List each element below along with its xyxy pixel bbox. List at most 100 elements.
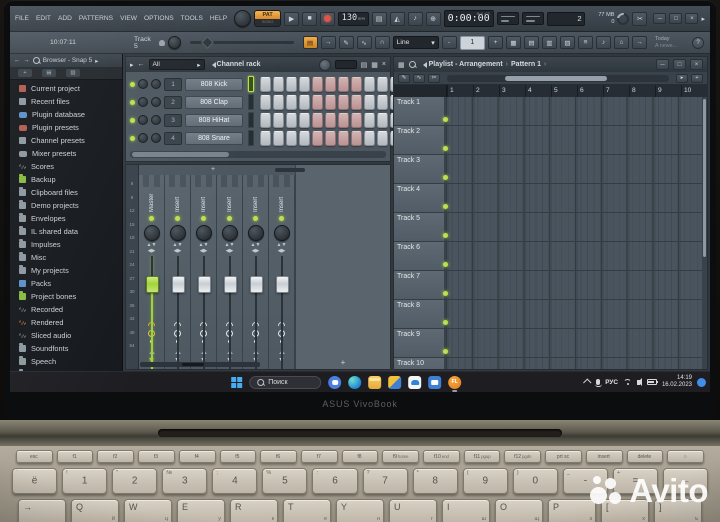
slider-thumb[interactable] [201,36,214,49]
battery-icon[interactable] [646,379,658,385]
track-header[interactable]: Track 6 [394,242,448,270]
mixer-pan-knob[interactable] [273,225,290,241]
browser-item[interactable]: Demo projects [10,199,122,212]
mixer-fader[interactable] [139,256,164,369]
channel-name-button[interactable]: 808 Kick [185,77,243,91]
selector-plus-button[interactable]: + [488,36,503,49]
track-grid[interactable] [446,271,702,299]
browser-tab-plugins[interactable]: ▨ [66,69,80,77]
fader-handle[interactable] [172,276,185,293]
open-piano-roll-button[interactable]: ▤ [524,36,539,49]
browser-item[interactable]: Packs [10,277,122,290]
mixer-scrollbar[interactable] [140,362,260,367]
open-playlist-button[interactable]: ▦ [506,36,521,49]
track-led[interactable] [443,291,448,296]
mixer-zoom-slider[interactable] [275,167,306,172]
pitch-knob[interactable] [167,36,181,49]
track-grid[interactable] [446,126,702,154]
window-maximize-button[interactable]: □ [669,13,683,24]
metronome-button[interactable]: ◭ [389,11,405,26]
stop-button[interactable]: ■ [302,11,318,26]
channel-filter-dropdown[interactable]: All ▸ [148,59,205,70]
track-header[interactable]: Track 10 [394,358,446,369]
browser-caret-icon[interactable]: ▸ [95,57,98,65]
swing-value-box[interactable] [334,60,357,69]
playlist-zoom-button[interactable]: ▸ [676,73,688,83]
paint-tool-button[interactable]: ∿ [356,36,372,49]
track-header[interactable]: Track 3 [394,155,448,183]
mixer-strip-led[interactable] [201,216,206,221]
mixer-pan-knob[interactable] [143,225,160,241]
swing-knob[interactable] [318,58,331,71]
language-indicator[interactable]: РУС [605,379,618,386]
browser-tab-add[interactable]: + [18,69,32,77]
mixer-fader[interactable] [165,256,190,369]
window-minimize-button[interactable]: ─ [653,13,667,24]
browser-item[interactable]: Envelopes [10,212,122,225]
mixer-strip-led[interactable] [149,216,154,221]
mixer-add-icon[interactable]: + [211,166,215,173]
track-header[interactable]: Track 4 [394,184,448,212]
mixer-strip-led[interactable] [175,216,180,221]
mixer-strip[interactable]: Insert ▲▼ ◀▶ [269,175,295,369]
playlist-timeline[interactable]: 1 2 3 4 5 6 7 8 9 10 [394,85,707,97]
playlist-slice-button[interactable]: ✂ [428,73,440,83]
chat-icon[interactable] [328,375,342,389]
track-led[interactable] [443,349,448,354]
browser-item[interactable]: Misc [10,251,122,264]
fader-handle[interactable] [224,276,237,293]
playlist-title[interactable]: Playlist - Arrangement › Pattern 1 › [429,61,547,68]
browser-item[interactable]: Scores [10,160,122,173]
channel-pan-knob[interactable] [138,115,148,125]
channel-volume-knob[interactable] [151,115,161,125]
help-button[interactable]: ? [692,36,704,49]
menu-item[interactable]: VIEW [120,15,137,22]
track-grid[interactable] [446,329,702,357]
browser-item[interactable]: Recorded [10,303,122,316]
track-grid[interactable] [446,213,702,241]
browser-item[interactable]: Mixer presets [10,147,122,160]
start-button[interactable] [231,376,243,388]
mixer-route-arrows[interactable]: ▲▼ ◀▶ [147,242,157,254]
channel-enable-led[interactable] [130,135,135,141]
snap-magnet-button[interactable]: ∩ [374,36,390,49]
track-grid[interactable] [446,97,702,125]
notification-icon[interactable] [697,377,706,387]
browser-item[interactable]: Soundfonts [10,342,122,355]
channel-enable-led[interactable] [130,99,135,105]
browser-item[interactable]: Channel presets [10,134,122,147]
playlist-paint-button[interactable]: ∿ [413,73,425,83]
channel-enable-led[interactable] [130,81,135,87]
tool-extra-2-button[interactable]: ⌂ [614,36,629,49]
browser-item[interactable]: Impulses [10,238,122,251]
wifi-icon[interactable] [623,379,632,386]
playlist-menu-icon[interactable]: ▦ [398,61,405,69]
typing-to-piano-button[interactable]: ▤ [302,36,318,49]
track-header[interactable]: Track 5 [394,213,448,241]
playlist-close-button[interactable]: × [690,59,703,70]
channel-pan-knob[interactable] [138,79,148,89]
tempo-display[interactable]: 130 BPM [338,11,369,26]
play-button[interactable]: ▶ [284,11,300,26]
browser-item[interactable]: Speech [10,355,122,368]
window-close-button[interactable]: × [685,13,699,24]
mixer-route-arrows[interactable]: ▲▼ ◀▶ [277,242,287,254]
mixer-fader[interactable] [269,256,294,369]
mixer-pan-knob[interactable] [247,225,264,241]
mixer-pan-knob[interactable] [221,225,238,241]
open-channel-rack-button[interactable]: ▥ [542,36,557,49]
track-grid[interactable] [446,242,702,270]
fader-handle[interactable] [250,276,263,293]
step-edit-button[interactable]: → [320,36,336,49]
channel-volume-knob[interactable] [151,133,161,143]
playlist-minimize-button[interactable]: ─ [656,59,669,70]
mixer-pan-knob[interactable] [169,225,186,241]
countdown-button[interactable]: ⊕ [425,11,441,26]
track-header[interactable]: Track 2 [394,126,448,154]
track-grid[interactable] [446,358,702,369]
browser-item[interactable]: Clipboard files [10,186,122,199]
volume-icon[interactable] [636,378,642,386]
track-led[interactable] [443,175,448,180]
fader-handle[interactable] [276,276,289,293]
wait-input-button[interactable]: ♪ [407,11,423,26]
